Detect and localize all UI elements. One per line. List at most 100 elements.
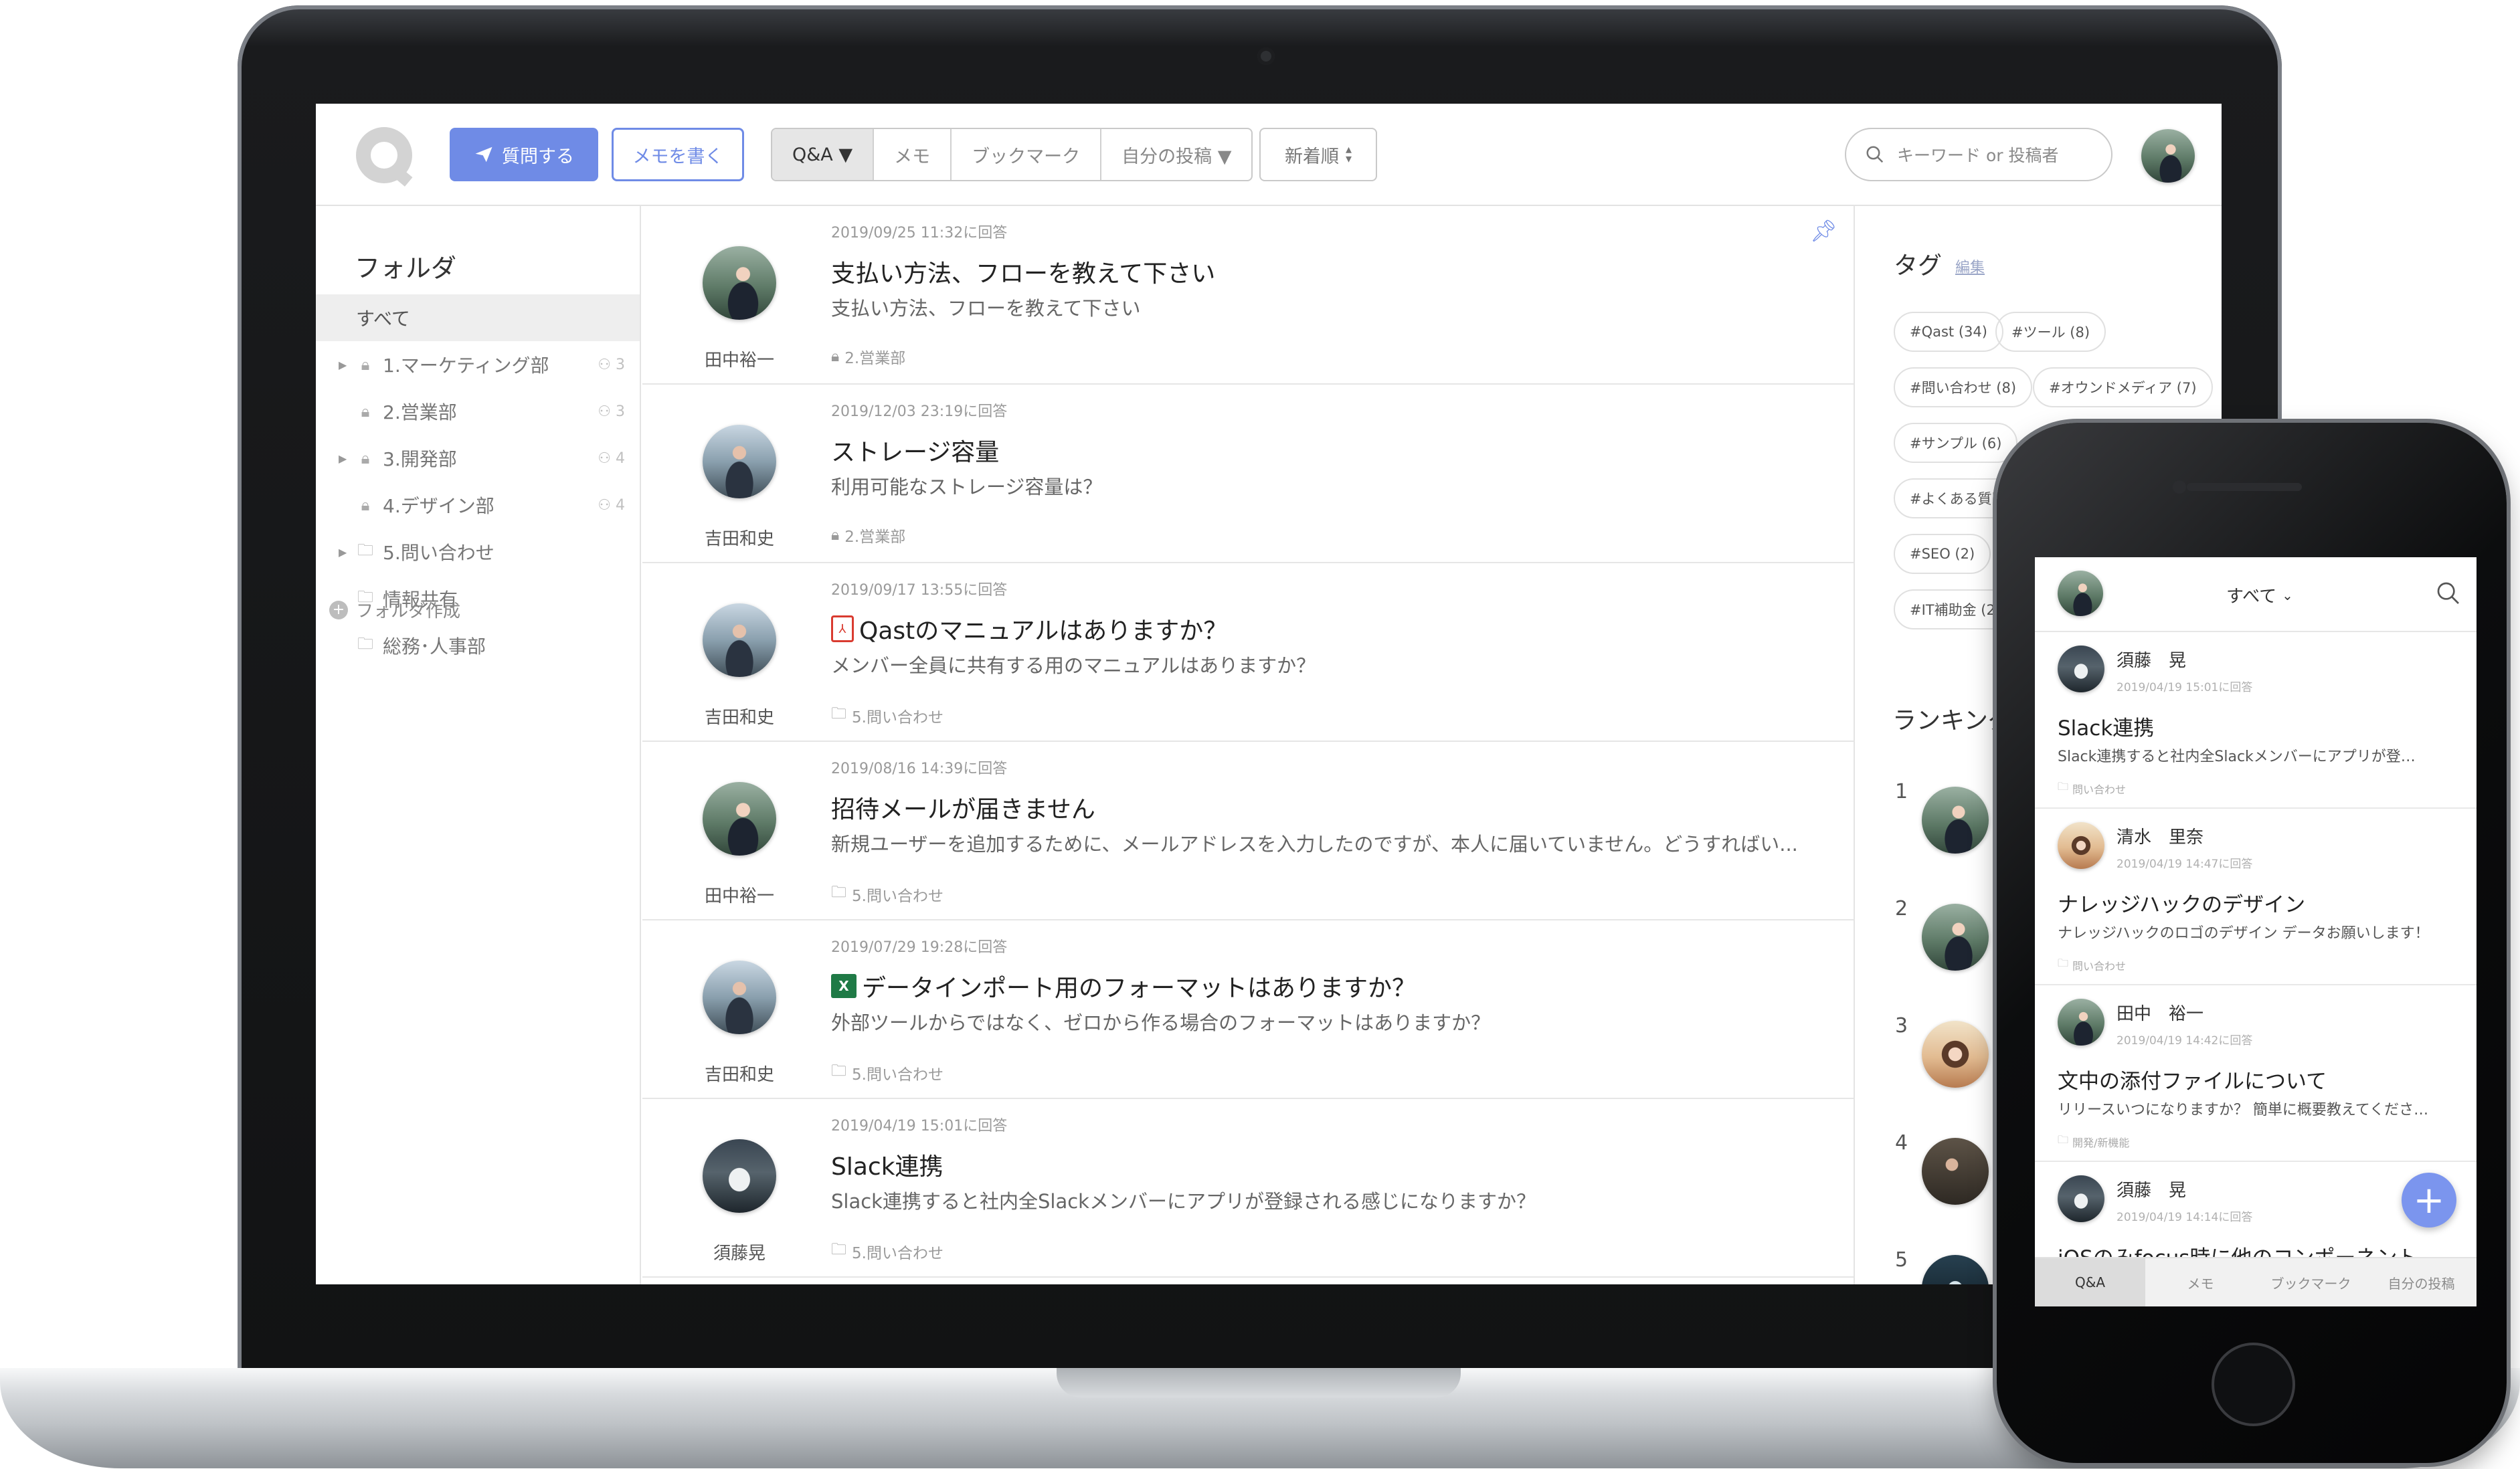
tag-chip[interactable]: #問い合わせ (8): [1894, 367, 2033, 407]
tag-chip[interactable]: #Qast (34): [1894, 312, 2003, 352]
answered-timestamp: 2019/07/29 19:28に回答: [831, 939, 1008, 956]
rank-avatar[interactable]: [1922, 1021, 1989, 1088]
question-excerpt: リリースいつになりますか？ 簡単に概要教えてくださ…: [2058, 1102, 2429, 1118]
list-item[interactable]: 清水 里奈 2019/04/19 14:47に回答 ナレッジハックのデザイン ナ…: [2035, 809, 2477, 985]
question-title[interactable]: 招待メールが届きません: [831, 790, 1095, 825]
answered-timestamp: 2019/04/19 15:01に回答: [2117, 681, 2253, 694]
create-folder-button[interactable]: + フォルダ作成: [329, 597, 460, 622]
question-excerpt: ナレッジハックのロゴのデザイン データお願いします！: [2058, 925, 2430, 942]
list-item[interactable]: 田中 裕一 2019/04/19 14:42に回答 文中の添付ファイルについて …: [2035, 985, 2477, 1162]
answered-timestamp: 2019/04/19 14:42に回答: [2117, 1034, 2253, 1048]
caret-right-icon[interactable]: ▶: [339, 359, 347, 371]
question-title[interactable]: Slack連携: [831, 1147, 943, 1182]
ask-question-button[interactable]: 質問する: [450, 128, 598, 181]
folder-item-design[interactable]: 🔒︎ 4.デザイン部 ⚇ 4: [316, 482, 640, 528]
folder-label: 問い合わせ: [2072, 959, 2127, 973]
question-row[interactable]: 須藤晃 2019/04/19 15:01に回答 Slack連携 Slack連携す…: [642, 1099, 1854, 1278]
phone-header: すべて ⌄: [2035, 557, 2477, 632]
question-row[interactable]: 吉田和史 2019/07/29 19:28に回答 X データインポート用のフォー…: [642, 920, 1854, 1099]
rank-avatar[interactable]: [1922, 1255, 1989, 1284]
question-row[interactable]: 吉田和史 2019/12/03 23:19に回答 ストレージ容量 利用可能なスト…: [642, 385, 1854, 563]
folder-label: 2.営業部: [844, 350, 906, 367]
question-row[interactable]: 田中裕一 2019/09/25 11:32に回答 支払い方法、フローを教えて下さ…: [642, 206, 1854, 385]
member-count: ⚇ 3: [598, 356, 625, 373]
author-avatar[interactable]: [703, 425, 776, 498]
lock-icon: 🔒︎: [361, 449, 370, 468]
user-avatar[interactable]: [2141, 129, 2195, 183]
author-avatar[interactable]: [2058, 999, 2104, 1046]
edit-tags-link[interactable]: 編集: [1955, 256, 1985, 277]
author-avatar[interactable]: [703, 782, 776, 856]
folder-item-marketing[interactable]: ▶ 🔒︎ 1.マーケティング部 ⚇ 3: [316, 341, 640, 388]
author-avatar[interactable]: [703, 1139, 776, 1213]
author-avatar[interactable]: [703, 246, 776, 320]
add-post-button[interactable]: +: [2402, 1173, 2456, 1228]
rank-avatar[interactable]: [1922, 1138, 1989, 1205]
answered-timestamp: 2019/09/25 11:32に回答: [831, 225, 1008, 241]
search-icon[interactable]: [2435, 580, 2462, 607]
tab-bookmark[interactable]: ブックマーク: [2256, 1258, 2366, 1306]
author-name: 須藤晃: [713, 1244, 766, 1264]
question-folder[interactable]: 🗀 5.問い合わせ: [831, 1238, 943, 1264]
rank-avatar[interactable]: [1922, 904, 1989, 971]
question-excerpt: Slack連携すると社内全Slackメンバーにアプリが登…: [2058, 749, 2416, 765]
write-memo-button[interactable]: メモを書く: [612, 128, 744, 181]
tag-chip[interactable]: #SEO (2): [1894, 534, 1991, 574]
caret-right-icon[interactable]: ▶: [339, 546, 347, 559]
author-name: 田中 裕一: [2117, 1004, 2204, 1024]
question-row[interactable]: 田中裕一 2019/08/16 14:39に回答 招待メールが届きません 新規ユ…: [642, 742, 1854, 920]
member-count-value: 3: [616, 356, 625, 373]
question-folder[interactable]: 🗀 5.問い合わせ: [831, 1060, 943, 1086]
question-row[interactable]: 吉田和史 2019/09/17 13:55に回答 ⅄ Qastのマニュアルはあり…: [642, 563, 1854, 742]
question-folder[interactable]: 🗀 5.問い合わせ: [831, 881, 943, 907]
folder-item-all[interactable]: すべて: [316, 294, 640, 341]
author-avatar[interactable]: [2058, 822, 2104, 869]
tag-chip[interactable]: #オウンドメディア (7): [2033, 367, 2213, 407]
tab-bookmark[interactable]: ブックマーク: [952, 129, 1102, 180]
author-avatar[interactable]: [703, 603, 776, 677]
tab-my-posts[interactable]: 自分の投稿 ▼: [1101, 129, 1251, 180]
chevron-down-icon: ⌄: [2282, 587, 2293, 603]
plus-icon: +: [329, 600, 348, 619]
author-avatar[interactable]: [703, 961, 776, 1034]
author-avatar[interactable]: [2058, 646, 2104, 692]
folder-selector-label: すべて: [2226, 587, 2277, 607]
rank-avatar[interactable]: [1922, 787, 1989, 854]
question-title[interactable]: ⅄ Qastのマニュアルはありますか？: [831, 611, 1227, 646]
sort-select[interactable]: 新着順 ▴ ▾: [1259, 128, 1377, 181]
phone-screen: すべて ⌄ 須藤 晃 2019/04/19 15:01に回答 Slack連携 S…: [2035, 557, 2477, 1306]
tab-qa[interactable]: Q&A: [2035, 1258, 2145, 1306]
tab-qa[interactable]: Q&A ▼: [772, 129, 875, 180]
question-title-text: Qastのマニュアルはありますか？: [859, 617, 1228, 645]
sort-arrows-icon: ▴ ▾: [1345, 142, 1352, 166]
phone-home-button[interactable]: [2212, 1343, 2295, 1426]
tag-chip[interactable]: #ツール (8): [1995, 312, 2106, 352]
folder-item-sales[interactable]: 🔒︎ 2.営業部 ⚇ 3: [316, 388, 640, 435]
tab-memo[interactable]: メモ: [2145, 1258, 2256, 1306]
lock-icon: 🔒︎: [831, 526, 840, 544]
pdf-file-icon: ⅄: [831, 615, 854, 642]
question-folder[interactable]: 🔒︎ 2.営業部: [831, 345, 905, 368]
search-input[interactable]: キーワード or 投稿者: [1845, 128, 2112, 181]
tab-my-posts[interactable]: 自分の投稿: [2366, 1258, 2477, 1306]
folder-label: 5.問い合わせ: [852, 1066, 943, 1084]
folder-item-dev[interactable]: ▶ 🔒︎ 3.開発部 ⚇ 4: [316, 435, 640, 482]
member-count: ⚇ 4: [598, 496, 625, 514]
question-title[interactable]: X データインポート用のフォーマットはありますか？: [831, 969, 1416, 1003]
question-title[interactable]: 支払い方法、フローを教えて下さい: [831, 254, 1215, 289]
folder-item-inquiry[interactable]: ▶ 🗀 5.問い合わせ: [316, 528, 640, 575]
qast-logo[interactable]: [356, 127, 412, 183]
question-folder[interactable]: 🔒︎ 2.営業部: [831, 524, 905, 547]
list-item[interactable]: 須藤 晃 2019/04/19 15:01に回答 Slack連携 Slack連携…: [2035, 632, 2477, 809]
answered-timestamp: 2019/12/03 23:19に回答: [831, 403, 1008, 420]
folder-selector[interactable]: すべて ⌄: [2226, 583, 2293, 607]
folder-label: 5.問い合わせ: [852, 1244, 943, 1262]
author-avatar[interactable]: [2058, 1175, 2104, 1222]
question-folder[interactable]: 🗀 5.問い合わせ: [831, 702, 943, 728]
tab-memo[interactable]: メモ: [874, 129, 952, 180]
tag-chip[interactable]: #サンプル (6): [1894, 423, 2018, 463]
folder-item-general-hr[interactable]: 🗀 総務･人事部: [316, 622, 640, 669]
question-title[interactable]: ストレージ容量: [831, 433, 999, 468]
user-avatar[interactable]: [2058, 571, 2103, 616]
caret-right-icon[interactable]: ▶: [339, 452, 347, 465]
